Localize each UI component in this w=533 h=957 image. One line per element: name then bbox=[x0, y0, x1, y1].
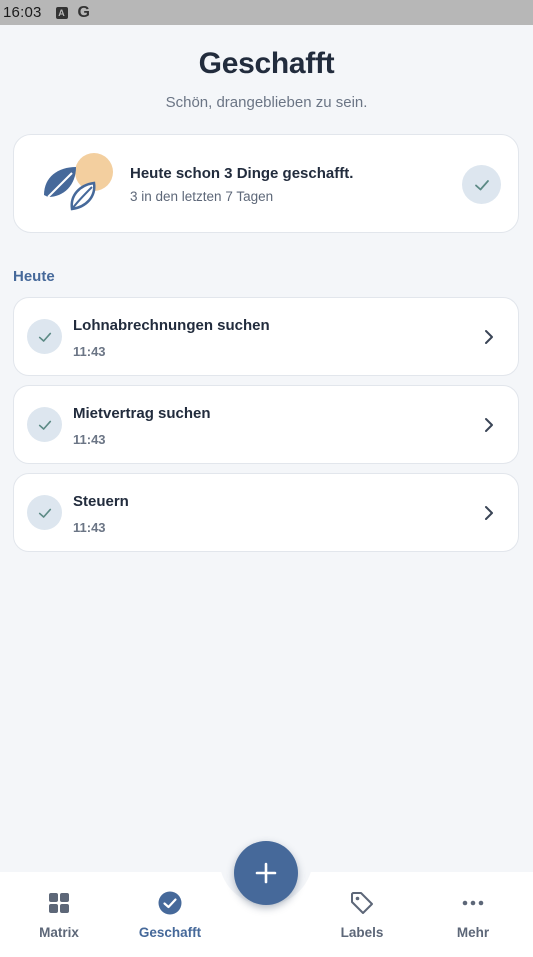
task-card[interactable]: Steuern 11:43 bbox=[13, 473, 519, 552]
nav-item-labels[interactable]: Labels bbox=[317, 890, 407, 940]
task-card[interactable]: Mietvertrag suchen 11:43 bbox=[13, 385, 519, 464]
page-title: Geschafft bbox=[198, 47, 335, 80]
check-icon[interactable] bbox=[27, 407, 62, 442]
chevron-right-icon bbox=[485, 506, 493, 520]
chevron-right-icon bbox=[485, 330, 493, 344]
task-title: Mietvertrag suchen bbox=[73, 405, 211, 422]
status-time: 16:03 bbox=[3, 4, 42, 21]
summary-card: Heute schon 3 Dinge geschafft. 3 in den … bbox=[13, 134, 519, 233]
task-card[interactable]: Lohnabrechnungen suchen 11:43 bbox=[13, 297, 519, 376]
nav-label: Geschafft bbox=[138, 925, 202, 940]
more-icon bbox=[460, 890, 486, 916]
leaf-sun-illustration-icon bbox=[44, 153, 113, 211]
task-time: 11:43 bbox=[73, 432, 106, 447]
nav-item-geschafft[interactable]: Geschafft bbox=[125, 890, 215, 940]
status-bar: 16:03 A G bbox=[0, 0, 533, 25]
task-time: 11:43 bbox=[73, 344, 106, 359]
section-label-today: Heute bbox=[13, 268, 55, 285]
nav-label: Mehr bbox=[456, 925, 490, 940]
task-title: Lohnabrechnungen suchen bbox=[73, 317, 270, 334]
nav-item-matrix[interactable]: Matrix bbox=[14, 890, 104, 940]
a-icon: A bbox=[55, 6, 68, 19]
nav-label: Matrix bbox=[39, 925, 79, 940]
check-icon[interactable] bbox=[27, 319, 62, 354]
check-circle-icon bbox=[157, 890, 183, 916]
check-icon[interactable] bbox=[27, 495, 62, 530]
tag-icon bbox=[349, 890, 375, 916]
add-task-button[interactable] bbox=[234, 841, 298, 905]
task-title: Steuern bbox=[73, 493, 129, 510]
nav-item-mehr[interactable]: Mehr bbox=[428, 890, 518, 940]
summary-title: Heute schon 3 Dinge geschafft. bbox=[130, 165, 354, 182]
chevron-right-icon bbox=[485, 418, 493, 432]
task-time: 11:43 bbox=[73, 520, 106, 535]
nav-label: Labels bbox=[340, 925, 384, 940]
page-subtitle: Schön, drangeblieben zu sein. bbox=[165, 94, 368, 111]
plus-icon bbox=[255, 862, 277, 884]
grid-icon bbox=[46, 890, 72, 916]
summary-subtitle: 3 in den letzten 7 Tagen bbox=[130, 189, 274, 204]
google-icon: G bbox=[77, 3, 90, 21]
summary-check-icon bbox=[462, 165, 501, 204]
